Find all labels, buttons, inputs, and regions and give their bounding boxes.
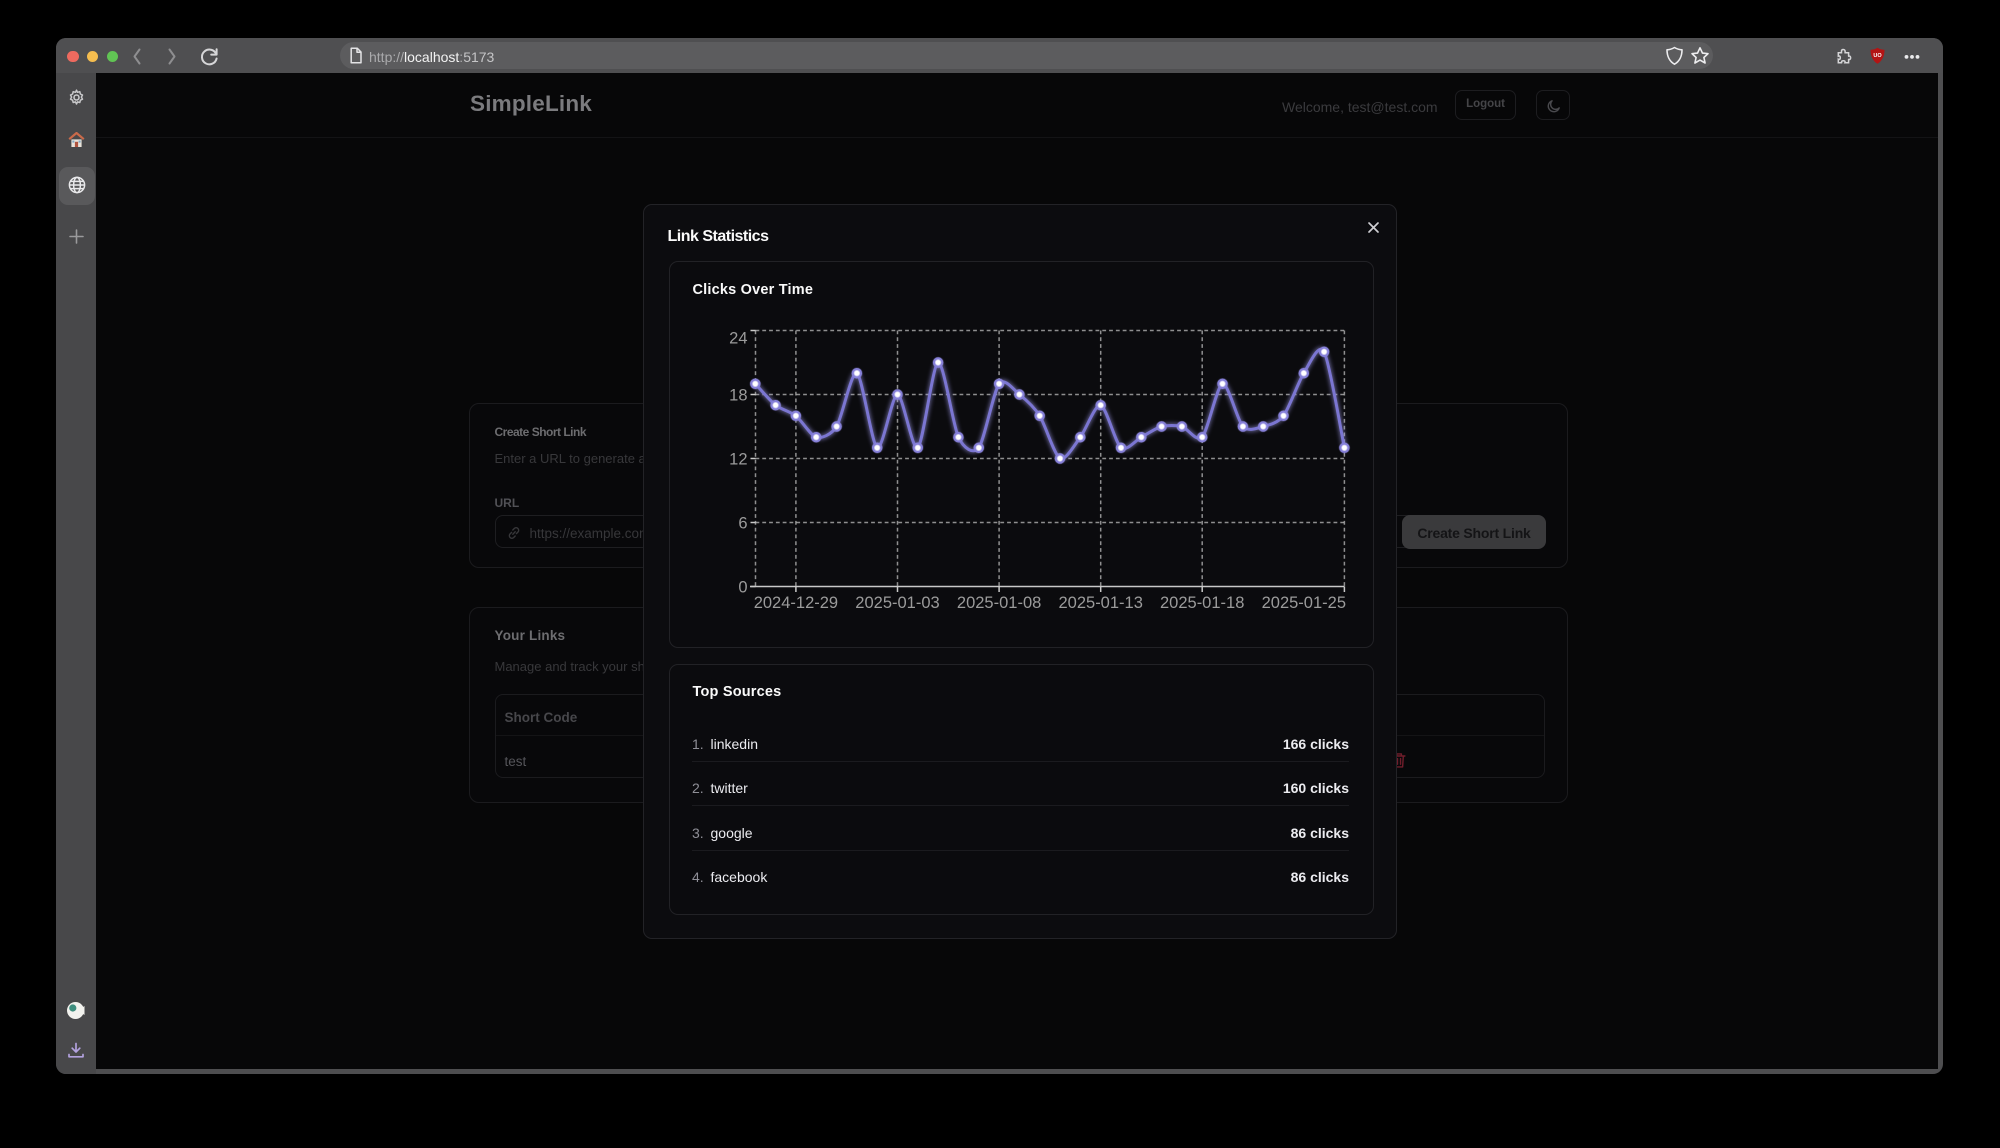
svg-text:6: 6 [738,514,747,532]
svg-text:0: 0 [738,578,747,596]
svg-text:2025-01-08: 2025-01-08 [957,594,1041,612]
svg-text:24: 24 [729,330,747,348]
svg-text:2025-01-03: 2025-01-03 [855,594,939,612]
svg-text:2025-01-13: 2025-01-13 [1058,594,1142,612]
svg-text:12: 12 [729,450,747,468]
svg-text:2025-01-18: 2025-01-18 [1160,594,1244,612]
svg-text:2024-12-29: 2024-12-29 [754,594,838,612]
svg-text:UO: UO [1873,52,1882,58]
svg-text:2025-01-25: 2025-01-25 [1262,594,1346,612]
svg-text:18: 18 [729,386,747,404]
